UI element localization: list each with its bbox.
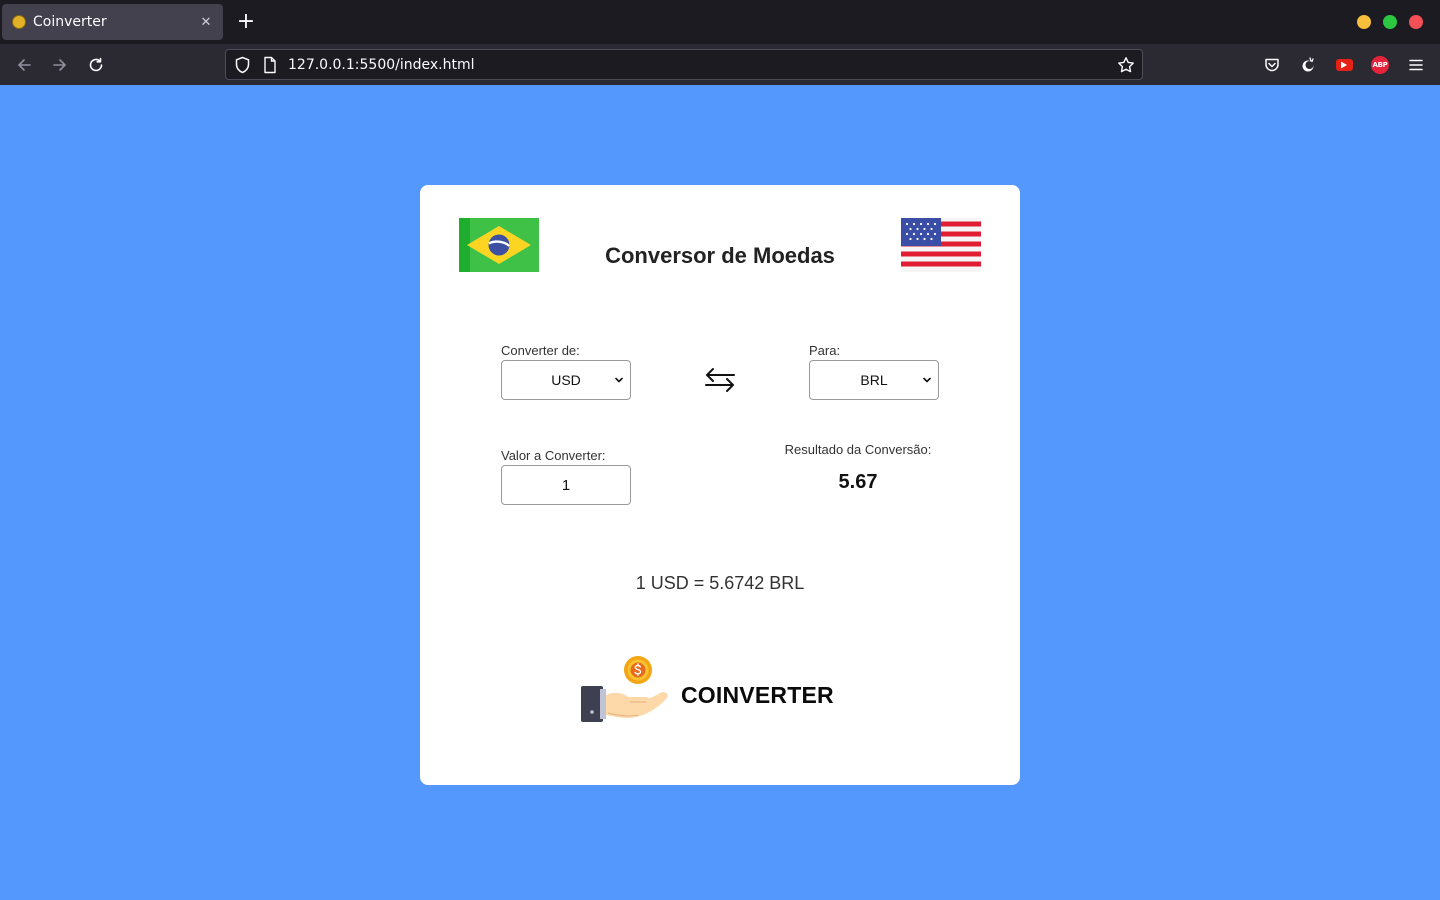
url-text[interactable]: 127.0.0.1:5500/index.html — [288, 56, 475, 74]
shield-icon[interactable] — [234, 56, 251, 74]
usa-flag-icon — [901, 218, 981, 272]
youtube-play-icon — [1335, 59, 1353, 71]
browser-tab-active[interactable]: Coinverter ✕ — [2, 4, 223, 40]
chevron-down-icon — [615, 377, 623, 383]
brand-name: COINVERTER — [681, 682, 834, 708]
coin-favicon-icon — [12, 15, 26, 29]
pocket-extension-button[interactable] — [1261, 54, 1283, 76]
dark-reader-extension-button[interactable] — [1297, 54, 1319, 76]
result-label: Resultado da Conversão: — [784, 442, 932, 457]
amount-input[interactable] — [501, 465, 631, 505]
chevron-down-icon — [923, 377, 931, 383]
bookmark-star-icon[interactable] — [1117, 56, 1135, 74]
hand-coin-logo-icon — [581, 656, 668, 722]
browser-nav-bar: 127.0.0.1:5500/index.html ABP — [0, 44, 1440, 85]
tab-title: Coinverter — [33, 14, 107, 30]
window-close-button[interactable] — [1409, 15, 1423, 29]
adblock-plus-extension-button[interactable]: ABP — [1369, 54, 1391, 76]
converter-card: Conversor de Moedas Converter de: USD Pa… — [420, 185, 1020, 785]
arrow-right-icon — [53, 59, 66, 71]
browser-menu-button[interactable] — [1405, 54, 1427, 76]
to-currency-label: Para: — [809, 343, 841, 358]
hamburger-menu-icon — [1409, 59, 1423, 71]
forward-button[interactable] — [47, 52, 73, 78]
youtube-extension-button[interactable] — [1333, 54, 1355, 76]
window-minimize-button[interactable] — [1357, 15, 1371, 29]
adblock-plus-icon: ABP — [1371, 56, 1389, 74]
from-currency-label: Converter de: — [501, 343, 580, 358]
back-button[interactable] — [11, 52, 37, 78]
pocket-icon — [1265, 58, 1279, 72]
to-currency-value: BRL — [860, 372, 888, 388]
reload-icon — [89, 57, 103, 72]
reload-button[interactable] — [83, 52, 109, 78]
exchange-rate-text: 1 USD = 5.6742 BRL — [635, 573, 805, 593]
conversion-result: 5.67 — [838, 471, 878, 493]
address-bar[interactable]: 127.0.0.1:5500/index.html — [225, 49, 1143, 80]
dark-reader-icon — [1302, 57, 1314, 72]
arrow-left-icon — [18, 59, 31, 71]
new-tab-button[interactable]: + — [234, 9, 258, 35]
swap-arrows-icon[interactable] — [703, 366, 737, 394]
window-maximize-button[interactable] — [1383, 15, 1397, 29]
from-currency-value: USD — [551, 372, 581, 388]
tab-close-icon[interactable]: ✕ — [199, 15, 213, 30]
to-currency-select[interactable]: BRL — [809, 360, 939, 400]
from-currency-select[interactable]: USD — [501, 360, 631, 400]
amount-label: Valor a Converter: — [501, 448, 606, 463]
page-info-icon[interactable] — [262, 56, 278, 74]
browser-tab-bar: Coinverter ✕ + — [0, 0, 1440, 44]
